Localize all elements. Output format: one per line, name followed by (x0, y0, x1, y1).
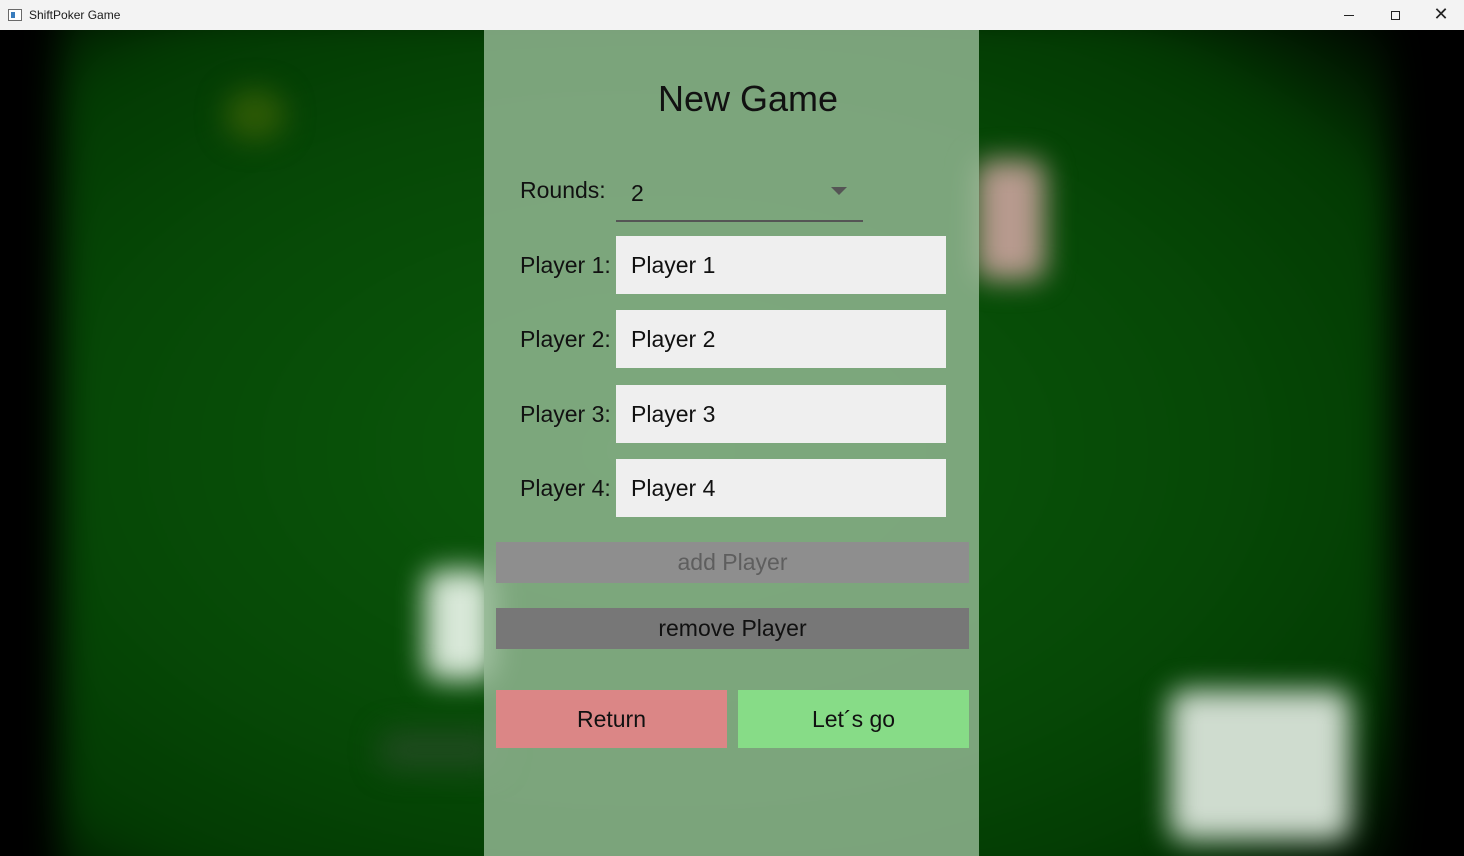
player-4-input[interactable] (616, 459, 946, 517)
app-window: ShiftPoker Game ✕ New Game Rounds: 2 Pla… (0, 0, 1464, 856)
close-button[interactable]: ✕ (1418, 0, 1464, 30)
dropdown-arrow-icon (831, 187, 847, 195)
blurred-chip (225, 90, 285, 140)
player-2-input[interactable] (616, 310, 946, 368)
player-3-input[interactable] (616, 385, 946, 443)
blurred-card (975, 160, 1045, 280)
add-player-button[interactable]: add Player (496, 542, 969, 583)
minimize-icon (1344, 14, 1354, 16)
return-button[interactable]: Return (496, 690, 727, 748)
player-2-label: Player 2: (520, 326, 611, 352)
close-icon: ✕ (1433, 4, 1449, 25)
new-game-dialog: New Game Rounds: 2 Player 1: Player 2: P… (484, 30, 979, 856)
blurred-card (1170, 690, 1350, 840)
rounds-label: Rounds: (520, 177, 606, 203)
maximize-icon (1390, 10, 1400, 20)
window-title: ShiftPoker Game (29, 8, 121, 22)
rounds-dropdown[interactable]: 2 (616, 174, 863, 222)
player-1-label: Player 1: (520, 252, 611, 278)
maximize-button[interactable] (1372, 0, 1418, 30)
player-3-label: Player 3: (520, 401, 611, 427)
remove-player-button[interactable]: remove Player (496, 608, 969, 649)
app-icon (8, 9, 22, 21)
dialog-title: New Game (657, 78, 839, 119)
player-1-input[interactable] (616, 236, 946, 294)
player-4-label: Player 4: (520, 475, 611, 501)
title-bar: ShiftPoker Game ✕ (0, 0, 1464, 30)
lets-go-button[interactable]: Let´s go (738, 690, 969, 748)
window-controls: ✕ (1326, 0, 1464, 30)
minimize-button[interactable] (1326, 0, 1372, 30)
rounds-value: 2 (631, 180, 644, 206)
blurred-panel (380, 730, 500, 770)
